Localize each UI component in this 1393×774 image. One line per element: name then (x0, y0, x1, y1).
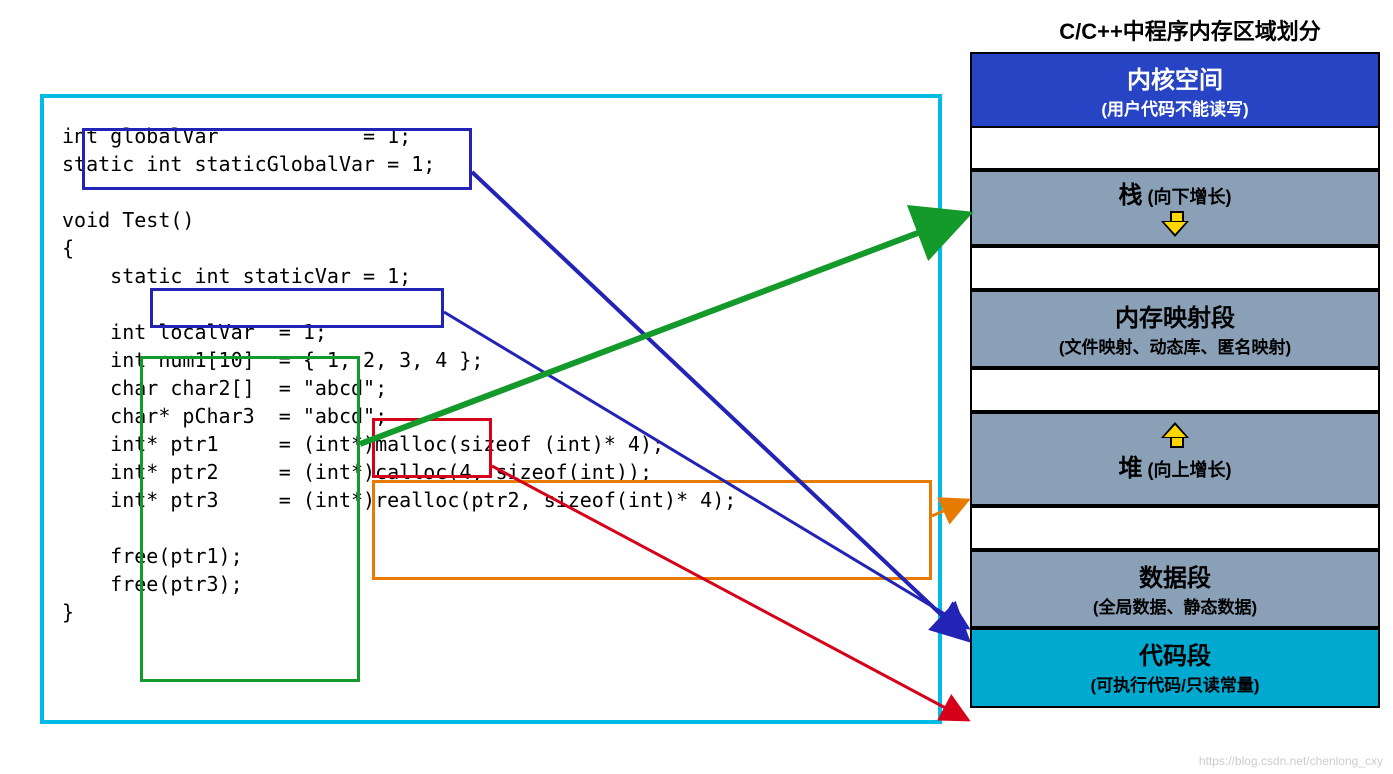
region-code-sub: (可执行代码/只读常量) (976, 671, 1374, 696)
arrow-up-icon (1161, 420, 1189, 448)
highlight-box-heap-calls (372, 480, 932, 580)
highlight-box-locals (140, 356, 360, 682)
memory-diagram-title: C/C++中程序内存区域划分 (1010, 14, 1370, 46)
region-kernel: 内核空间 (用户代码不能读写) (970, 52, 1380, 126)
memory-column: 内核空间 (用户代码不能读写) 栈 (向下增长) 内存映射段 (文件映射、动态库… (970, 52, 1380, 708)
region-stack-title: 栈 (1119, 182, 1143, 209)
region-code: 代码段 (可执行代码/只读常量) (970, 628, 1380, 708)
region-gap-3 (970, 368, 1380, 412)
watermark-text: https://blog.csdn.net/chenlong_cxy (1199, 754, 1383, 768)
region-gap-4 (970, 506, 1380, 550)
region-kernel-title: 内核空间 (976, 60, 1374, 95)
region-data-sub: (全局数据、静态数据) (976, 593, 1374, 618)
region-kernel-sub: (用户代码不能读写) (976, 95, 1374, 120)
region-data: 数据段 (全局数据、静态数据) (970, 550, 1380, 628)
region-gap-1 (970, 126, 1380, 170)
region-stack: 栈 (向下增长) (970, 170, 1380, 246)
region-mmap: 内存映射段 (文件映射、动态库、匿名映射) (970, 290, 1380, 368)
region-heap-title: 堆 (1119, 455, 1143, 482)
region-mmap-sub: (文件映射、动态库、匿名映射) (976, 333, 1374, 358)
highlight-box-globals (82, 128, 472, 190)
region-gap-2 (970, 246, 1380, 290)
region-heap: 堆 (向上增长) (970, 412, 1380, 506)
highlight-box-string-literals (372, 418, 492, 478)
region-data-title: 数据段 (976, 558, 1374, 593)
region-mmap-title: 内存映射段 (976, 298, 1374, 333)
region-stack-sub: (向下增长) (1143, 187, 1232, 207)
region-heap-sub: (向上增长) (1143, 460, 1232, 480)
region-code-title: 代码段 (976, 636, 1374, 671)
highlight-box-static-local (150, 288, 444, 328)
arrow-down-icon (1161, 211, 1189, 239)
